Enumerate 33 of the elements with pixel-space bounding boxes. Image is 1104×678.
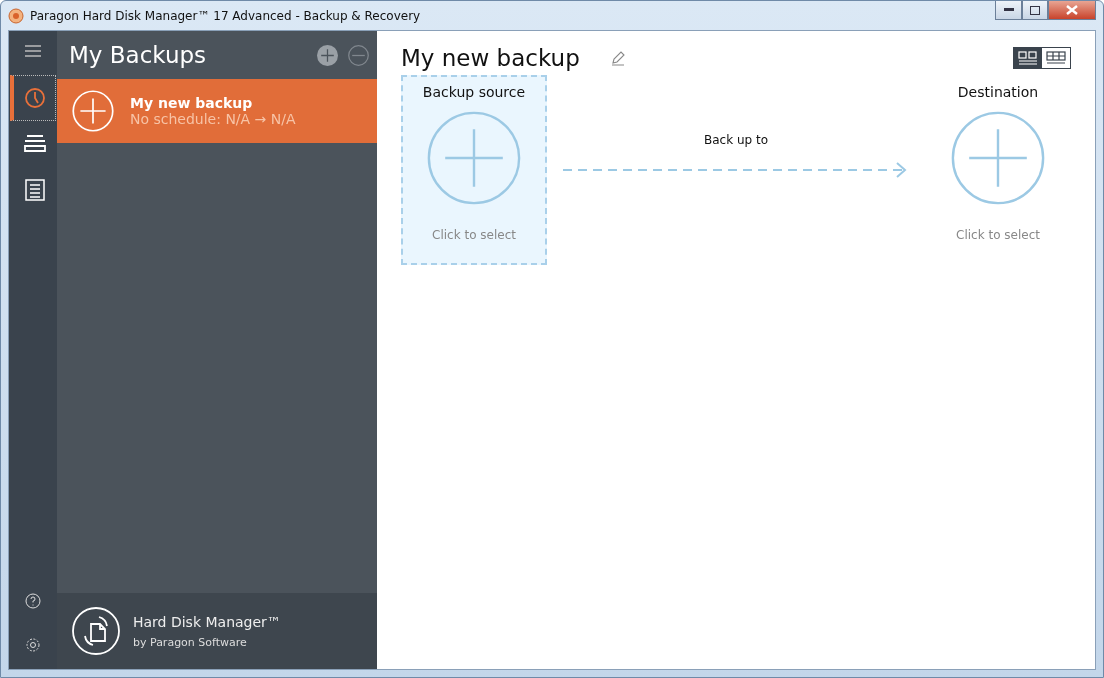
close-button[interactable] xyxy=(1048,1,1096,20)
menu-icon[interactable] xyxy=(25,45,41,57)
app-logo-icon xyxy=(71,606,121,656)
link-label: Back up to xyxy=(704,133,768,147)
add-icon[interactable] xyxy=(317,44,338,66)
card-hint: Click to select xyxy=(956,228,1040,242)
list-icon xyxy=(24,179,45,201)
maximize-icon xyxy=(1030,5,1040,15)
table-icon xyxy=(1046,51,1066,65)
disk-stack-icon xyxy=(22,134,47,154)
backup-name: My new backup xyxy=(130,95,254,111)
backup-schedule: No schedule: N/A → N/A xyxy=(130,111,296,127)
vendor-name: by Paragon Software xyxy=(133,635,248,649)
clock-icon xyxy=(22,86,47,110)
minimize-icon xyxy=(1003,8,1014,12)
window-title: Paragon Hard Disk Manager™ 17 Advanced - Backup & Recovery xyxy=(30,8,421,23)
app-logo-icon xyxy=(8,7,24,24)
maximize-button[interactable] xyxy=(1022,1,1048,20)
minimize-button[interactable] xyxy=(995,1,1022,20)
help-icon[interactable] xyxy=(25,593,41,609)
card-label: Backup source xyxy=(422,84,526,100)
close-icon xyxy=(1066,5,1078,15)
source-card[interactable]: Backup source Click to select xyxy=(401,75,547,265)
product-name: Hard Disk Manager™ xyxy=(133,613,281,630)
tiles-icon xyxy=(1018,51,1038,65)
card-hint: Click to select xyxy=(432,228,516,242)
view-toggle-button[interactable] xyxy=(1014,48,1042,68)
settings-icon[interactable] xyxy=(25,637,41,653)
card-label: Destination xyxy=(957,84,1039,100)
backup-title: My new backup xyxy=(401,45,580,71)
destination-card[interactable]: Destination Click to select xyxy=(925,75,1071,265)
sidebar-title: My Backups xyxy=(69,42,208,68)
edit-icon[interactable] xyxy=(609,50,626,66)
